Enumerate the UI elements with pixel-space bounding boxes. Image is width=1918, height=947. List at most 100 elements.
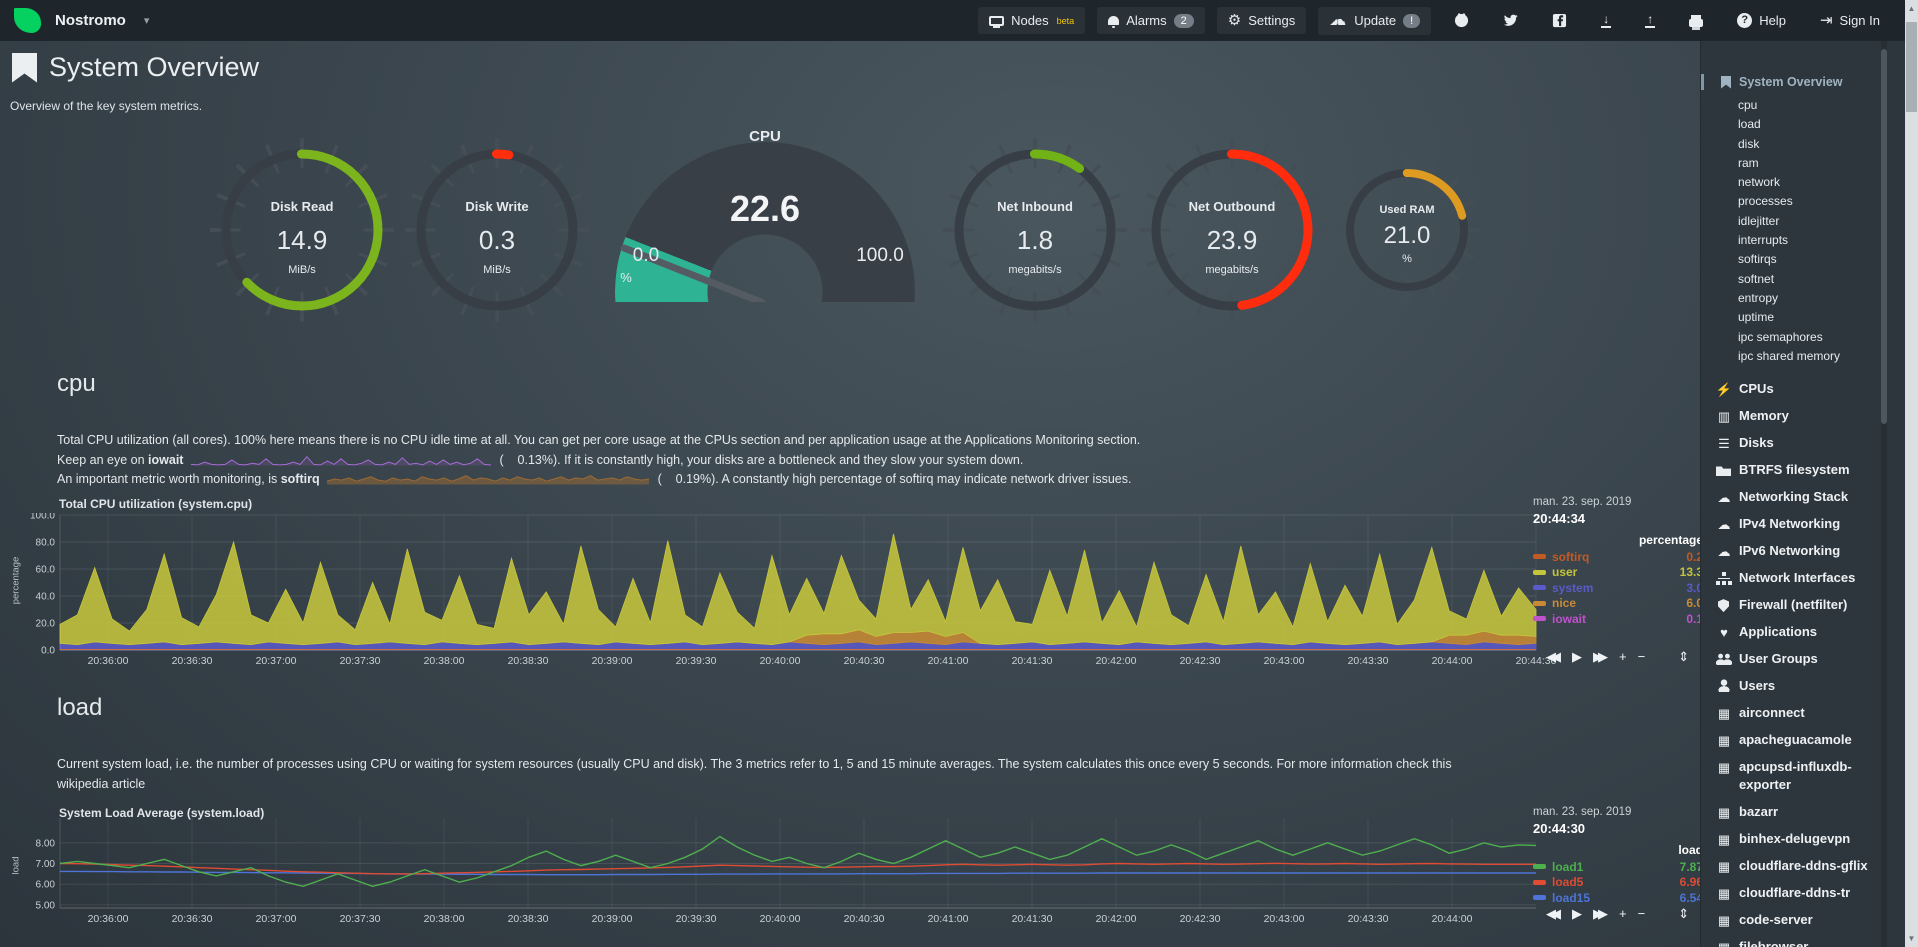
svg-text:20:40:30: 20:40:30 <box>844 655 885 667</box>
download-icon: ↓ <box>1601 13 1611 28</box>
brand[interactable]: Nostromo ▾ <box>14 8 149 33</box>
sidebar-sub-item[interactable]: load <box>1701 115 1905 134</box>
zoom-in-button[interactable]: + <box>1619 650 1627 663</box>
rewind-button[interactable]: ◀◀ <box>1546 907 1561 920</box>
sidebar-sub-item[interactable]: softnet <box>1701 270 1905 289</box>
chart-date: man. 23. sep. 2019 <box>1533 496 1703 508</box>
grid-icon: ▦ <box>1715 804 1733 822</box>
scroll-down-arrow[interactable]: ▼ <box>1905 934 1918 943</box>
sidebar-menu-item[interactable]: Firewall (netfilter) <box>1701 596 1905 614</box>
sidebar-menu-item[interactable]: ☁Networking Stack <box>1701 488 1905 506</box>
sidebar-menu-item[interactable]: BTRFS filesystem <box>1701 461 1905 479</box>
legend-row-user[interactable]: user 13.3 <box>1533 565 1703 581</box>
sidebar-menu-item[interactable]: ▦filebrowser <box>1701 938 1905 947</box>
sidebar-sub-item[interactable]: ram <box>1701 154 1905 173</box>
cloud-icon: ☁ <box>1715 543 1733 561</box>
bookmark-icon <box>1721 76 1731 89</box>
sidebar-menu-item[interactable]: Users <box>1701 677 1905 695</box>
gauge-disk-write[interactable]: Disk Write 0.3 MiB/s <box>412 145 582 315</box>
fast-forward-button[interactable]: ▶▶ <box>1593 907 1608 920</box>
legend-row-iowait[interactable]: iowait 0.1 <box>1533 611 1703 627</box>
rewind-button[interactable]: ◀◀ <box>1546 650 1561 663</box>
bell-icon <box>1108 16 1119 25</box>
resize-handle[interactable]: ⇕ <box>1678 907 1689 920</box>
update-button[interactable]: ☁↓ Update ! <box>1318 7 1431 35</box>
sidebar-menu-item[interactable]: Network Interfaces <box>1701 569 1905 587</box>
gauge-net-outbound[interactable]: Net Outbound 23.9 megabits/s <box>1147 145 1317 315</box>
legend-row-nice[interactable]: nice 6.0 <box>1533 596 1703 612</box>
sidebar-menu-item[interactable]: ▥Memory <box>1701 407 1905 425</box>
alarms-button[interactable]: Alarms 2 <box>1097 7 1205 34</box>
scroll-up-arrow[interactable]: ▲ <box>1905 4 1918 13</box>
cpu-chart-plot[interactable]: 20:36:0020:36:3020:37:0020:37:3020:38:00… <box>8 513 1568 671</box>
sidebar-menu-item[interactable]: ▦binhex-delugevpn <box>1701 830 1905 848</box>
bookmark-icon <box>12 53 37 83</box>
svg-text:40.0: 40.0 <box>36 592 56 603</box>
gauge-disk-read[interactable]: Disk Read 14.9 MiB/s <box>217 145 387 315</box>
zoom-out-button[interactable]: − <box>1638 907 1646 920</box>
sidebar-sub-item[interactable]: ipc shared memory <box>1701 347 1905 366</box>
sidebar-scrollbar[interactable] <box>1881 41 1887 947</box>
sidebar-menu-item[interactable]: ▦cloudflare-ddns-gflix <box>1701 857 1905 875</box>
play-button[interactable]: ▶ <box>1572 907 1582 920</box>
twitter-button[interactable] <box>1492 7 1529 34</box>
sidebar-menu-item[interactable]: ▦code-server <box>1701 911 1905 929</box>
page-title: System Overview <box>49 52 259 83</box>
sidebar-sub-item[interactable]: interrupts <box>1701 231 1905 250</box>
legend-row-load1[interactable]: load1 7.87 <box>1533 859 1703 875</box>
github-button[interactable] <box>1443 7 1480 34</box>
sidebar-menu-item[interactable]: User Groups <box>1701 650 1905 668</box>
sidebar-sub-item[interactable]: cpu <box>1701 96 1905 115</box>
sidebar-menu-item[interactable]: ☁IPv4 Networking <box>1701 515 1905 533</box>
sidebar-sub-item[interactable]: idlejitter <box>1701 212 1905 231</box>
sidebar-sub-item[interactable]: softirqs <box>1701 250 1905 269</box>
sidebar-menu-item[interactable]: ▦cloudflare-ddns-tr <box>1701 884 1905 902</box>
facebook-button[interactable] <box>1541 7 1578 34</box>
sidebar-sub-item[interactable]: uptime <box>1701 308 1905 327</box>
hostname[interactable]: Nostromo <box>55 12 126 29</box>
legend-row-softirq[interactable]: softirq 0.2 <box>1533 549 1703 565</box>
play-button[interactable]: ▶ <box>1572 650 1582 663</box>
gauge-used-ram[interactable]: Used RAM 21.0 % <box>1342 165 1472 295</box>
sidebar-sub-item[interactable]: entropy <box>1701 289 1905 308</box>
help-button[interactable]: ? Help <box>1726 7 1797 34</box>
page-scrollbar[interactable]: ▲ ▼ <box>1905 0 1918 947</box>
sidebar-menu-item[interactable]: ⚡CPUs <box>1701 380 1905 398</box>
print-button[interactable] <box>1678 9 1714 33</box>
grid-icon: ▦ <box>1715 939 1733 947</box>
load-chart-plot[interactable]: 20:36:0020:36:3020:37:0020:37:3020:38:00… <box>8 816 1568 928</box>
legend-row-load5[interactable]: load5 6.96 <box>1533 875 1703 891</box>
resize-handle[interactable]: ⇕ <box>1678 650 1689 663</box>
sidebar-scrollbar-thumb[interactable] <box>1881 49 1887 424</box>
sidebar-item-system-overview[interactable]: System Overview <box>1701 71 1905 93</box>
gauge-max: 100.0 <box>847 245 913 267</box>
sidebar-menu-item[interactable]: ▦airconnect <box>1701 704 1905 722</box>
cpu-desc-line1: Total CPU utilization (all cores). 100% … <box>57 431 1487 451</box>
legend-row-system[interactable]: system 3.0 <box>1533 580 1703 596</box>
nodes-button[interactable]: Nodes beta <box>978 7 1085 34</box>
gauge-cpu[interactable]: CPU 22.6 0.0 100.0 % <box>615 130 915 315</box>
settings-button[interactable]: ⚙ Settings <box>1217 7 1306 34</box>
chart-time: 20:44:34 <box>1533 511 1703 526</box>
signin-button[interactable]: ⇥ Sign In <box>1809 7 1891 34</box>
zoom-in-button[interactable]: + <box>1619 907 1627 920</box>
sidebar-sub-item[interactable]: disk <box>1701 135 1905 154</box>
sidebar-menu-item[interactable]: ☁IPv6 Networking <box>1701 542 1905 560</box>
sidebar-menu-item[interactable]: ▦apcupsd-influxdb-exporter <box>1701 758 1905 794</box>
download-button[interactable]: ↓ <box>1590 7 1622 34</box>
sidebar-menu-item[interactable]: ♥Applications <box>1701 623 1905 641</box>
legend-row-load15[interactable]: load15 6.54 <box>1533 890 1703 906</box>
gauge-net-inbound[interactable]: Net Inbound 1.8 megabits/s <box>950 145 1120 315</box>
sidebar-menu-item[interactable]: ▦bazarr <box>1701 803 1905 821</box>
fast-forward-button[interactable]: ▶▶ <box>1593 650 1608 663</box>
scrollbar-thumb[interactable] <box>1906 22 1917 112</box>
sidebar-menu-item[interactable]: ☰Disks <box>1701 434 1905 452</box>
sidebar-sub-item[interactable]: ipc semaphores <box>1701 328 1905 347</box>
zoom-out-button[interactable]: − <box>1638 650 1646 663</box>
sidebar-sub-item[interactable]: processes <box>1701 192 1905 211</box>
sidebar-menu-item[interactable]: ▦apacheguacamole <box>1701 731 1905 749</box>
disks-icon: ☰ <box>1715 435 1733 453</box>
sidebar-sub-item[interactable]: network <box>1701 173 1905 192</box>
wikipedia-link[interactable]: wikipedia article <box>57 777 145 791</box>
upload-button[interactable]: ↑ <box>1634 7 1666 34</box>
